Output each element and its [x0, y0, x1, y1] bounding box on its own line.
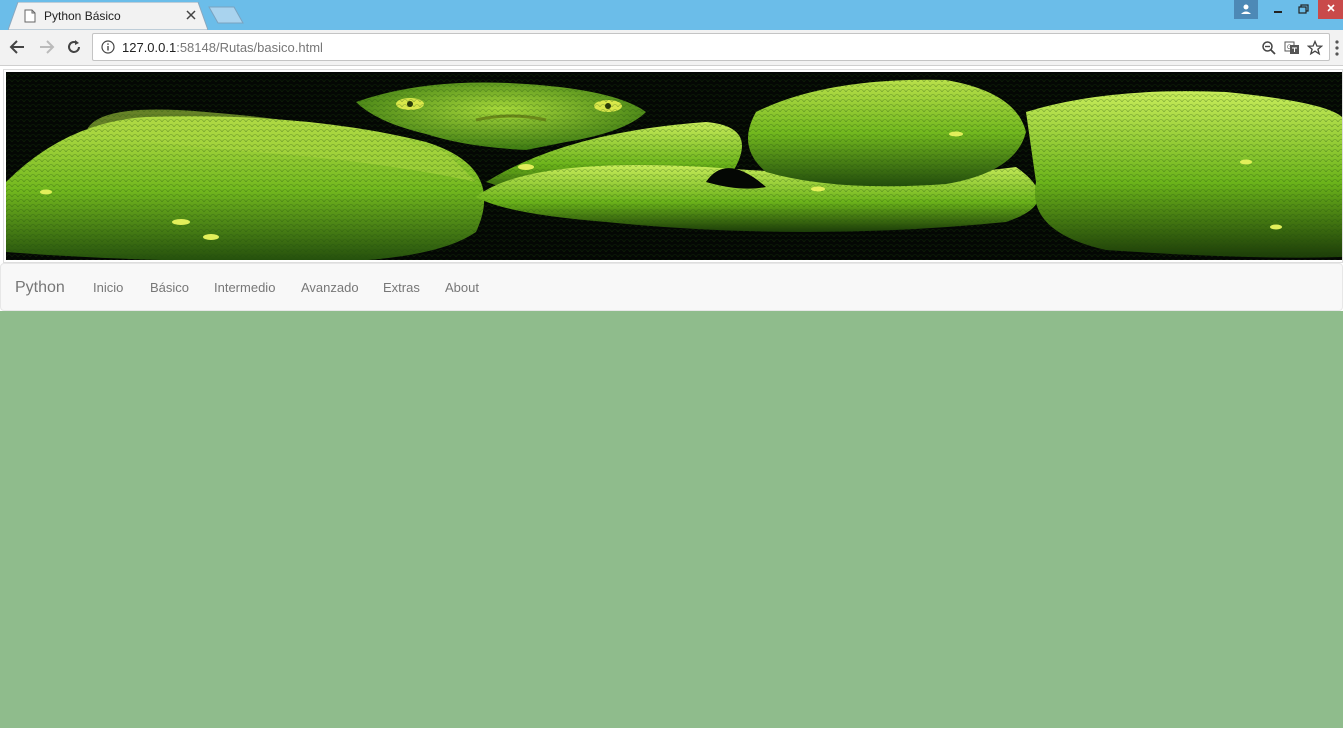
restore-icon[interactable]	[1292, 0, 1316, 19]
url-path: :58148/Rutas/basico.html	[176, 40, 323, 55]
close-tab-icon[interactable]	[184, 8, 198, 22]
browser-toolbar: 127.0.0.1:58148/Rutas/basico.html G	[0, 30, 1343, 66]
nav-link-avanzado[interactable]: Avanzado	[301, 280, 359, 295]
nav-link-inicio[interactable]: Inicio	[93, 280, 123, 295]
translate-icon[interactable]: G	[1284, 40, 1300, 56]
user-profile-button[interactable]	[1234, 0, 1258, 19]
browser-tab[interactable]: Python Básico	[8, 2, 208, 30]
tab-title: Python Básico	[44, 9, 121, 23]
site-navbar: Python Inicio Básico Intermedio Avanzado…	[0, 263, 1343, 311]
menu-icon[interactable]	[1333, 39, 1341, 57]
banner-frame	[3, 69, 1343, 263]
url-host: 127.0.0.1	[122, 40, 177, 55]
main-content-area	[0, 311, 1343, 728]
url-text: 127.0.0.1:58148/Rutas/basico.html	[122, 40, 323, 55]
browser-titlebar: Python Básico	[0, 0, 1343, 30]
page-icon	[24, 9, 36, 23]
snake-image	[6, 72, 1342, 260]
forward-arrow-icon[interactable]	[36, 37, 56, 57]
new-tab-button[interactable]	[208, 6, 244, 24]
navbar-brand[interactable]: Python	[15, 279, 65, 297]
python-snake-banner	[6, 72, 1342, 260]
back-arrow-icon[interactable]	[8, 37, 28, 57]
close-window-button[interactable]	[1318, 0, 1343, 19]
nav-link-extras[interactable]: Extras	[383, 280, 420, 295]
user-icon	[1241, 4, 1251, 14]
nav-link-about[interactable]: About	[445, 280, 479, 295]
zoom-out-icon[interactable]	[1261, 40, 1277, 56]
reload-icon[interactable]	[64, 37, 84, 57]
nav-link-intermedio[interactable]: Intermedio	[214, 280, 275, 295]
web-page: Python Inicio Básico Intermedio Avanzado…	[0, 66, 1343, 730]
nav-link-basico[interactable]: Básico	[150, 280, 189, 295]
minimize-icon[interactable]	[1266, 0, 1290, 19]
svg-text:G: G	[1287, 45, 1292, 51]
address-bar[interactable]: 127.0.0.1:58148/Rutas/basico.html G	[92, 33, 1330, 61]
bookmark-star-icon[interactable]	[1307, 40, 1323, 56]
info-icon[interactable]	[101, 40, 115, 54]
close-icon	[1327, 4, 1335, 12]
